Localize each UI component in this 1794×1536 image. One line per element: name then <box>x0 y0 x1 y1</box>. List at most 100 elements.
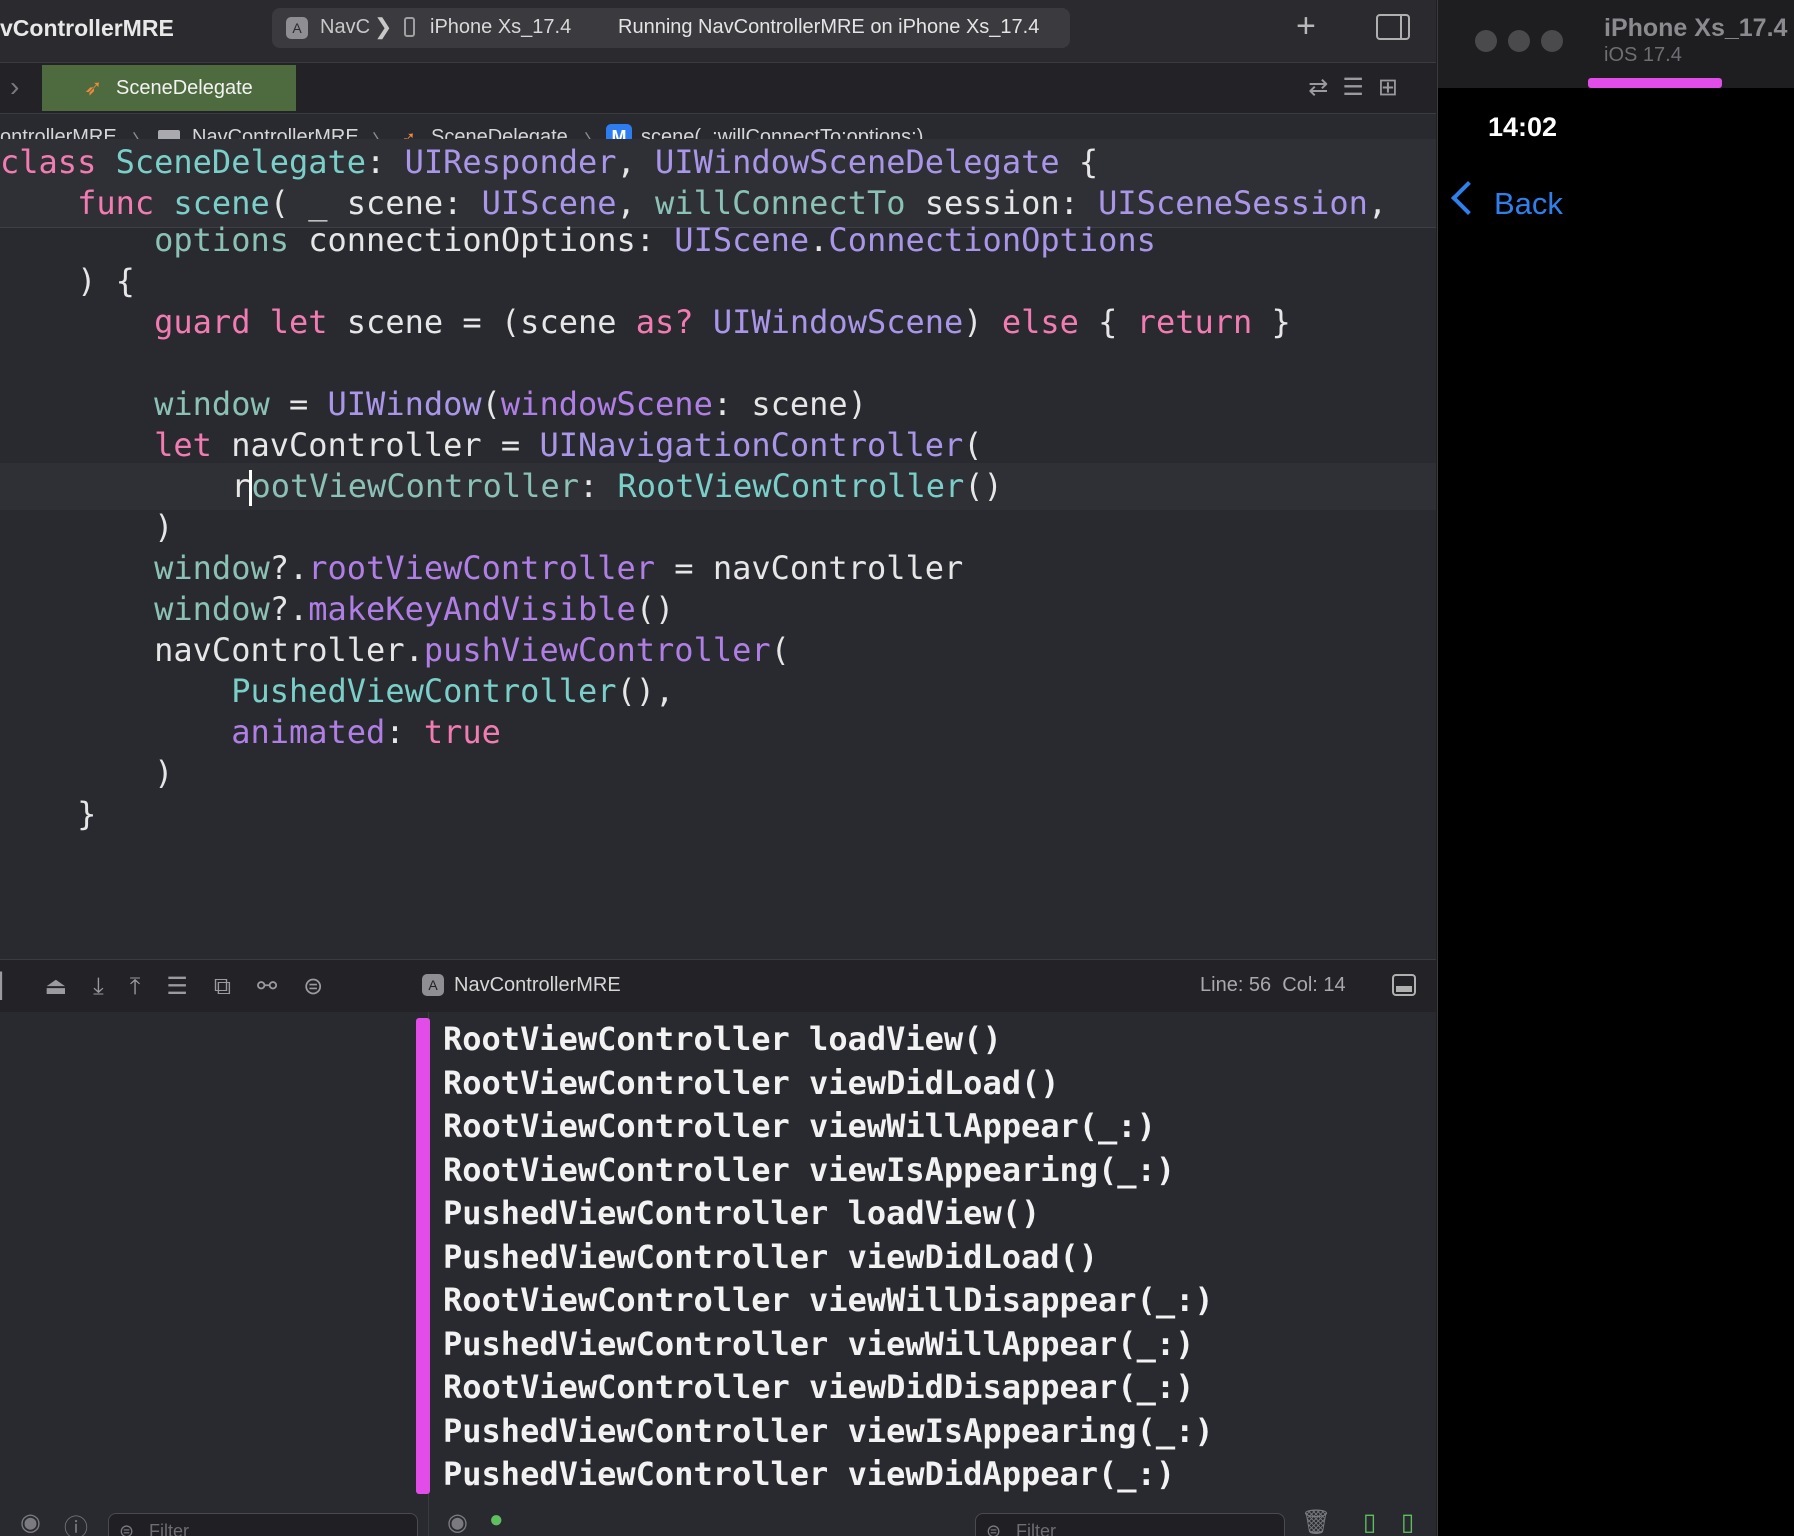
code-line[interactable]: window = UIWindow(windowScene: scene) <box>0 381 1436 428</box>
swift-icon: ➶ <box>84 75 103 100</box>
debug-controls[interactable]: ▏⏏⤓⤒☰⧉⚯⊜ <box>0 972 349 1001</box>
code-line[interactable]: PushedViewController(), <box>0 668 1436 715</box>
continue-icon[interactable]: ⏏ <box>44 973 93 1000</box>
plus-icon[interactable]: + <box>1296 6 1316 46</box>
source-editor[interactable]: class SceneDelegate: UIResponder, UIWind… <box>0 139 1436 959</box>
step-over-icon[interactable]: ⤓ <box>93 973 130 1000</box>
close-window-button[interactable] <box>1475 30 1497 52</box>
split-left-icon[interactable]: ▯ <box>1363 1508 1376 1536</box>
minimize-window-button[interactable] <box>1508 30 1530 52</box>
environment-icon[interactable]: ⚯ <box>257 973 303 1000</box>
code-token: return <box>1136 303 1253 341</box>
code-token: : scene) <box>712 385 867 423</box>
xcode-window: vControllerMRE A NavC ❯ iPhone Xs_17.4 R… <box>0 0 1436 1536</box>
code-token: UIWindow <box>327 385 482 423</box>
code-token: scene = (scene <box>327 303 636 341</box>
editor-options[interactable]: ⇄☰⊞ <box>1308 73 1412 102</box>
add-editor-icon[interactable]: ⊞ <box>1378 74 1412 101</box>
back-button[interactable]: Back <box>1494 186 1563 222</box>
code-line[interactable]: ) <box>0 750 1436 797</box>
info-icon[interactable]: ⓘ <box>64 1508 88 1536</box>
debug-target[interactable]: NavControllerMRE <box>454 974 621 997</box>
activity-view[interactable]: A NavC ❯ iPhone Xs_17.4 Running NavContr… <box>272 8 1070 48</box>
code-line[interactable]: ) { <box>0 258 1436 305</box>
scheme-selector[interactable]: NavC <box>320 16 370 39</box>
code-line[interactable]: window?.rootViewController = navControll… <box>0 545 1436 592</box>
chevron-right-icon: ❯ <box>374 14 393 39</box>
simulator-device-name: iPhone Xs_17.4 <box>1604 14 1788 42</box>
code-line[interactable]: ) <box>0 504 1436 551</box>
filter-icon: ⊜ <box>119 1521 135 1536</box>
inspector-toggle-icon[interactable] <box>1376 14 1410 40</box>
filter-icon: ⊜ <box>986 1521 1002 1536</box>
code-token: ) <box>0 508 174 546</box>
code-line[interactable] <box>0 340 1436 387</box>
code-token: ) <box>963 303 1002 341</box>
code-line[interactable]: options connectionOptions: UIScene.Conne… <box>0 217 1436 264</box>
back-chevron-icon[interactable] <box>1451 181 1485 215</box>
output-icon[interactable]: ● <box>489 1506 504 1534</box>
variables-filter-input[interactable]: ⊜ Filter <box>108 1513 418 1536</box>
code-token: r <box>0 467 251 505</box>
console-line: RootViewController viewWillAppear(_:) <box>443 1107 1156 1145</box>
step-into-icon[interactable]: ⤒ <box>130 973 167 1000</box>
variables-view[interactable]: ◉ ⓘ ⊜ Filter <box>0 1012 429 1536</box>
split-right-icon[interactable]: ▯ <box>1401 1508 1414 1536</box>
code-line[interactable]: rootViewController: RootViewController() <box>0 463 1436 510</box>
simulator-os-version: iOS 17.4 <box>1604 44 1682 66</box>
console-filter-input[interactable]: ⊜ Filter <box>975 1513 1285 1536</box>
trash-icon[interactable]: 🗑 <box>1301 1508 1331 1536</box>
code-token: navController = <box>211 426 540 464</box>
view-hierarchy-icon[interactable]: ☰ <box>166 973 214 1000</box>
eye-icon[interactable]: ◉ <box>20 1508 41 1536</box>
code-token: = navController <box>655 549 964 587</box>
memory-graph-icon[interactable]: ⧉ <box>214 973 257 1000</box>
code-line[interactable]: let navController = UINavigationControll… <box>0 422 1436 469</box>
console-line: RootViewController viewIsAppearing(_:) <box>443 1150 1176 1189</box>
code-token: as? <box>635 303 694 341</box>
code-line[interactable]: guard let scene = (scene as? UIWindowSce… <box>0 299 1436 346</box>
console-line: RootViewController viewWillDisappear(_:) <box>443 1281 1214 1319</box>
code-token: makeKeyAndVisible <box>308 590 636 628</box>
swap-icon[interactable]: ⇄ <box>1308 74 1342 101</box>
minimap-icon[interactable]: ☰ <box>1342 74 1378 101</box>
code-token: window <box>154 590 270 628</box>
code-token: UIScene <box>674 221 810 259</box>
code-token: ( <box>963 426 983 464</box>
cursor-position: Line: 56 Col: 14 <box>1200 974 1346 997</box>
location-icon[interactable]: ⊜ <box>303 973 349 1000</box>
simulator-window: iPhone Xs_17.4 iOS 17.4 14:02 Back <box>1437 0 1794 1536</box>
tab-label: SceneDelegate <box>116 77 253 99</box>
code-line[interactable]: } <box>0 791 1436 838</box>
breakpoints-icon[interactable]: ▏ <box>0 973 44 1000</box>
code-token: } <box>1252 303 1291 341</box>
code-token: ) <box>0 754 174 792</box>
code-token: true <box>423 713 501 751</box>
code-token: } <box>0 795 97 833</box>
zoom-window-button[interactable] <box>1541 30 1563 52</box>
eye-icon[interactable]: ◉ <box>447 1508 468 1536</box>
code-token: guard <box>154 303 251 341</box>
code-token: ) { <box>0 262 135 300</box>
column-number: Col: 14 <box>1282 974 1346 996</box>
code-token: window <box>154 549 270 587</box>
code-line[interactable]: navController.pushViewController( <box>0 627 1436 674</box>
app-scheme-icon: A <box>422 974 444 996</box>
code-token: . <box>809 221 829 259</box>
run-destination[interactable]: iPhone Xs_17.4 <box>430 16 571 39</box>
debug-area-toggle-icon[interactable] <box>1392 974 1416 996</box>
console-output: RootViewController loadView() RootViewCon… <box>443 1018 1214 1497</box>
code-line[interactable]: window?.makeKeyAndVisible() <box>0 586 1436 633</box>
code-line[interactable]: animated: true <box>0 709 1436 756</box>
code-token: pushViewController <box>423 631 771 669</box>
code-token: animated <box>231 713 386 751</box>
chevron-right-icon[interactable]: › <box>10 71 19 103</box>
code-token: UIWindowScene <box>712 303 964 341</box>
code-token: let <box>269 303 328 341</box>
code-token: class <box>0 143 97 181</box>
tab-scene-delegate[interactable]: ➶ SceneDelegate <box>42 65 296 111</box>
